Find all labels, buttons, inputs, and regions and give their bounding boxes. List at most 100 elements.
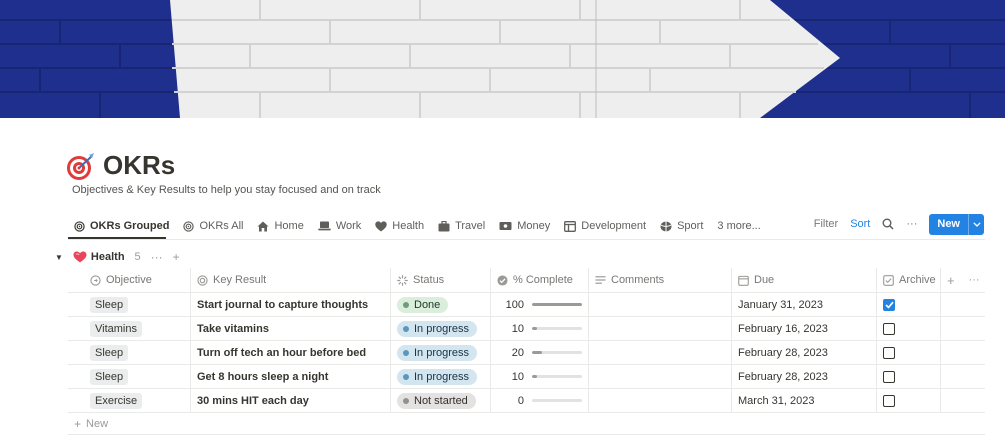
- status-cell[interactable]: In progress: [391, 341, 491, 364]
- column-header-comments[interactable]: Comments: [589, 268, 732, 292]
- table-row[interactable]: Vitamins Take vitamins In progress 10 Februa…: [68, 317, 985, 341]
- status-badge[interactable]: Done: [397, 296, 449, 313]
- table-row[interactable]: Exercise 30 mins HIT each day Not started 0…: [68, 389, 985, 413]
- objective-tag[interactable]: Vitamins: [90, 320, 142, 337]
- new-button[interactable]: New: [929, 213, 984, 235]
- tab-okrs-all[interactable]: OKRs All: [177, 215, 249, 237]
- due-date-cell[interactable]: February 28, 2023: [732, 365, 877, 388]
- table-row[interactable]: Sleep Get 8 hours sleep a night In progres…: [68, 365, 985, 389]
- archive-cell[interactable]: [877, 365, 941, 388]
- archive-checkbox[interactable]: [883, 394, 895, 407]
- objective-cell[interactable]: Sleep: [68, 293, 191, 316]
- group-more-button[interactable]: ···: [151, 250, 163, 264]
- percent-complete-cell[interactable]: 20: [491, 341, 589, 364]
- check-circle-icon: [497, 274, 508, 286]
- add-new-row-button[interactable]: + New: [68, 413, 985, 435]
- percent-complete-cell[interactable]: 0: [491, 389, 589, 412]
- archive-checkbox[interactable]: [883, 370, 895, 383]
- status-label: Not started: [414, 394, 468, 407]
- comments-cell[interactable]: [589, 365, 732, 388]
- archive-cell[interactable]: [877, 293, 941, 316]
- due-date-cell[interactable]: January 31, 2023: [732, 293, 877, 316]
- tabs-divider: [68, 239, 985, 240]
- objective-tag[interactable]: Sleep: [90, 368, 129, 385]
- add-column-button[interactable]: +: [947, 273, 955, 288]
- archive-cell[interactable]: [877, 341, 941, 364]
- column-header-archive[interactable]: Archive: [877, 268, 941, 292]
- tab-okrs-grouped[interactable]: OKRs Grouped: [68, 215, 175, 237]
- key-result-cell[interactable]: Get 8 hours sleep a night: [191, 365, 391, 388]
- column-label: Status: [413, 274, 445, 286]
- table-body: Sleep Start journal to capture thoughts Do…: [68, 293, 985, 413]
- board-icon: [564, 220, 577, 232]
- objective-cell[interactable]: Sleep: [68, 341, 191, 364]
- page-title[interactable]: OKRs: [103, 148, 175, 182]
- comments-cell[interactable]: [589, 317, 732, 340]
- objective-tag[interactable]: Sleep: [90, 296, 129, 313]
- key-result-cell[interactable]: Start journal to capture thoughts: [191, 293, 391, 316]
- percent-value: 100: [505, 298, 524, 311]
- comments-cell[interactable]: [589, 341, 732, 364]
- tab-travel[interactable]: Travel: [432, 215, 491, 237]
- page-description[interactable]: Objectives & Key Results to help you sta…: [72, 183, 381, 197]
- percent-complete-cell[interactable]: 10: [491, 365, 589, 388]
- tab-more[interactable]: 3 more...: [711, 215, 766, 237]
- column-header-due[interactable]: Due: [732, 268, 877, 292]
- archive-cell[interactable]: [877, 389, 941, 412]
- target-icon: [74, 220, 85, 232]
- table-row[interactable]: Sleep Start journal to capture thoughts Do…: [68, 293, 985, 317]
- column-header-key-result[interactable]: Key Result: [191, 268, 391, 292]
- due-date-cell[interactable]: February 16, 2023: [732, 317, 877, 340]
- key-result-cell[interactable]: Turn off tech an hour before bed: [191, 341, 391, 364]
- new-dropdown-button[interactable]: [968, 213, 984, 235]
- column-header-status[interactable]: Status: [391, 268, 491, 292]
- more-options-button[interactable]: ···: [906, 218, 917, 230]
- new-button-label[interactable]: New: [929, 214, 968, 235]
- group-add-button[interactable]: +: [173, 250, 180, 264]
- sort-button[interactable]: Sort: [850, 218, 870, 230]
- filter-button[interactable]: Filter: [814, 218, 838, 230]
- archive-checkbox[interactable]: [883, 322, 895, 335]
- relation-icon: [90, 274, 101, 286]
- archive-checkbox[interactable]: [883, 346, 895, 359]
- status-cell[interactable]: In progress: [391, 317, 491, 340]
- archive-cell[interactable]: [877, 317, 941, 340]
- status-badge[interactable]: In progress: [397, 368, 478, 385]
- status-badge[interactable]: Not started: [397, 392, 476, 409]
- objective-cell[interactable]: Vitamins: [68, 317, 191, 340]
- cover-image: [0, 0, 1005, 118]
- percent-complete-cell[interactable]: 100: [491, 293, 589, 316]
- column-header-objective[interactable]: Objective: [68, 268, 191, 292]
- status-badge[interactable]: In progress: [397, 320, 478, 337]
- objective-tag[interactable]: Exercise: [90, 392, 143, 409]
- tab-money[interactable]: Money: [493, 215, 556, 237]
- tab-development[interactable]: Development: [558, 215, 652, 237]
- objective-cell[interactable]: Sleep: [68, 365, 191, 388]
- percent-value: 10: [511, 370, 524, 383]
- comments-cell[interactable]: [589, 389, 732, 412]
- okr-table: Objective Key Result Status % Complete C…: [68, 268, 985, 435]
- due-date-cell[interactable]: March 31, 2023: [732, 389, 877, 412]
- objective-cell[interactable]: Exercise: [68, 389, 191, 412]
- status-cell[interactable]: In progress: [391, 365, 491, 388]
- target-dart-icon[interactable]: [66, 152, 96, 182]
- search-button[interactable]: [882, 218, 894, 230]
- archive-checkbox[interactable]: [883, 298, 895, 311]
- tab-sport[interactable]: Sport: [654, 215, 709, 237]
- status-cell[interactable]: Done: [391, 293, 491, 316]
- tab-work[interactable]: Work: [312, 215, 367, 237]
- status-badge[interactable]: In progress: [397, 344, 478, 361]
- status-cell[interactable]: Not started: [391, 389, 491, 412]
- key-result-cell[interactable]: 30 mins HIT each day: [191, 389, 391, 412]
- objective-tag[interactable]: Sleep: [90, 344, 129, 361]
- caret-down-icon[interactable]: ▼: [55, 253, 63, 262]
- due-date-cell[interactable]: February 28, 2023: [732, 341, 877, 364]
- percent-complete-cell[interactable]: 10: [491, 317, 589, 340]
- column-header-percent-complete[interactable]: % Complete: [491, 268, 589, 292]
- tab-home[interactable]: Home: [251, 215, 309, 237]
- table-row[interactable]: Sleep Turn off tech an hour before bed In …: [68, 341, 985, 365]
- key-result-cell[interactable]: Take vitamins: [191, 317, 391, 340]
- tab-health[interactable]: Health: [369, 215, 430, 237]
- column-more-button[interactable]: ···: [969, 274, 980, 286]
- comments-cell[interactable]: [589, 293, 732, 316]
